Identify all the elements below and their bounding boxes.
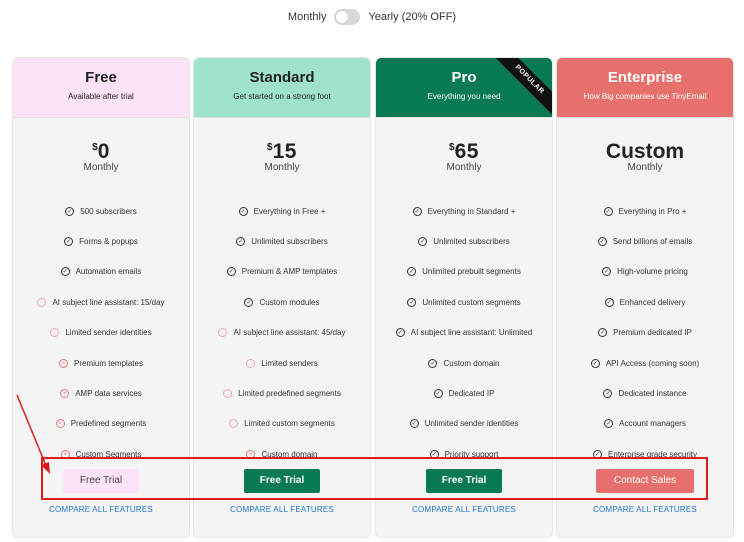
annotation-arrow-icon [16, 394, 50, 474]
